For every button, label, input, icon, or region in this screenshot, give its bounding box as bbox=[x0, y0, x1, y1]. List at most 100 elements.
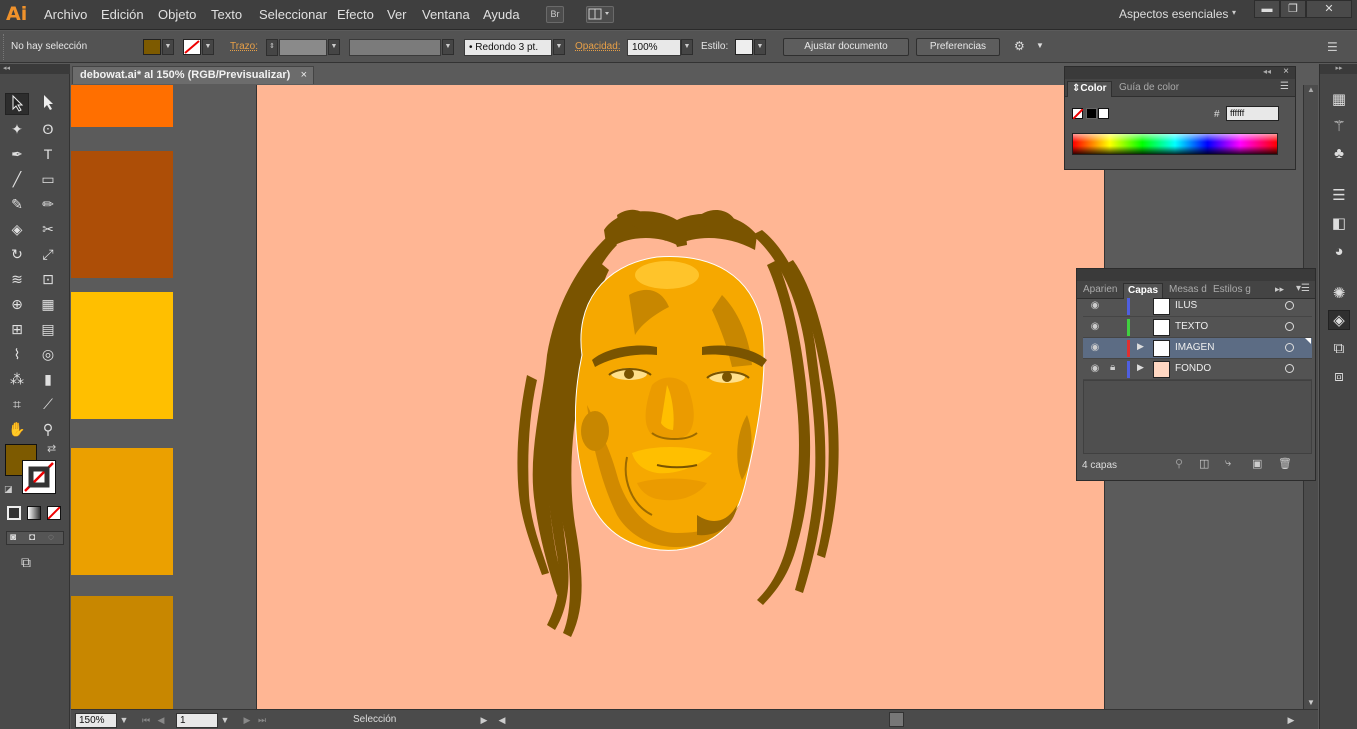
transparency-panel-icon[interactable]: ◕ bbox=[1328, 242, 1350, 262]
panel-menu-icon[interactable]: ▾☰ bbox=[1296, 283, 1310, 294]
stroke-dropdown[interactable]: ▼ bbox=[202, 39, 214, 55]
scissors-tool-icon[interactable]: ✂ bbox=[36, 218, 60, 240]
free-transform-tool-icon[interactable]: ⊡ bbox=[36, 268, 60, 290]
blob-brush-tool-icon[interactable]: ◈ bbox=[5, 218, 29, 240]
screen-mode-icon[interactable]: ⧉ bbox=[21, 554, 31, 571]
rotate-tool-icon[interactable]: ↻ bbox=[5, 243, 29, 265]
swap-colors-icon[interactable]: ⇄ bbox=[47, 442, 56, 455]
layer-row-fondo[interactable]: ◉ 🔒︎ ▶ FONDO bbox=[1083, 359, 1312, 380]
first-artboard-icon[interactable]: ⏮ bbox=[140, 713, 152, 728]
artboard-number-field[interactable]: 1 bbox=[176, 713, 218, 728]
hand-tool-icon[interactable]: ✋ bbox=[5, 418, 29, 440]
lasso-tool-icon[interactable]: ʘ bbox=[36, 118, 60, 140]
next-artboard-icon[interactable]: ▶ bbox=[241, 713, 253, 728]
brushes-panel-icon[interactable]: ⚚ bbox=[1328, 117, 1350, 137]
symbols-panel-icon[interactable]: ♣ bbox=[1328, 144, 1350, 164]
menu-objeto[interactable]: Objeto bbox=[158, 7, 196, 22]
chevron-down-icon[interactable]: ▼ bbox=[1036, 41, 1044, 50]
visibility-eye-icon[interactable]: ◉ bbox=[1088, 362, 1102, 376]
pen-tool-icon[interactable]: ✒ bbox=[5, 143, 29, 165]
zoom-field[interactable]: 150% bbox=[75, 713, 117, 728]
color-mode-button[interactable] bbox=[7, 506, 21, 520]
scale-tool-icon[interactable]: ⤢ bbox=[36, 243, 60, 265]
grip-handle[interactable] bbox=[3, 34, 6, 60]
profile-dropdown[interactable]: ▼ bbox=[442, 39, 454, 55]
draw-behind-icon[interactable]: ◘ bbox=[29, 532, 35, 543]
menu-texto[interactable]: Texto bbox=[211, 7, 242, 22]
brush-definition[interactable]: • Redondo 3 pt. bbox=[464, 39, 552, 56]
layers-panel-icon[interactable]: ◈ bbox=[1328, 310, 1350, 330]
slice-tool-icon[interactable]: ⟋ bbox=[36, 393, 60, 415]
zoom-tool-icon[interactable]: ⚲ bbox=[36, 418, 60, 440]
hex-value-field[interactable]: ffffff bbox=[1226, 106, 1279, 121]
appearance-panel-icon[interactable]: ✺ bbox=[1328, 284, 1350, 304]
stroke-swatch[interactable] bbox=[183, 39, 201, 55]
stroke-label[interactable]: Trazo: bbox=[230, 41, 258, 52]
stroke-weight-field[interactable] bbox=[279, 39, 327, 56]
blend-tool-icon[interactable]: ◎ bbox=[36, 343, 60, 365]
close-tab-icon[interactable]: × bbox=[301, 67, 307, 83]
menu-ver[interactable]: Ver bbox=[387, 7, 407, 22]
artboard-tool-icon[interactable]: ⌗ bbox=[5, 393, 29, 415]
new-layer-icon[interactable]: ▣ bbox=[1252, 457, 1262, 470]
color-sample-orange[interactable] bbox=[71, 85, 173, 127]
fill-dropdown[interactable]: ▼ bbox=[162, 39, 174, 55]
warp-tool-icon[interactable]: ≋ bbox=[5, 268, 29, 290]
color-spectrum[interactable] bbox=[1072, 133, 1278, 155]
none-swatch[interactable] bbox=[1072, 108, 1084, 120]
current-tool-status[interactable]: Selección bbox=[353, 714, 396, 725]
collapse-toolbar-icon[interactable]: ◂◂ bbox=[0, 64, 70, 74]
layer-row-texto[interactable]: ◉ TEXTO bbox=[1083, 317, 1312, 338]
menu-efecto[interactable]: Efecto bbox=[337, 7, 374, 22]
shape-builder-tool-icon[interactable]: ⊕ bbox=[5, 293, 29, 315]
minimize-button[interactable]: ▬ bbox=[1254, 0, 1280, 18]
scroll-right-icon[interactable]: ▶ bbox=[1285, 713, 1297, 728]
white-swatch[interactable] bbox=[1098, 108, 1109, 119]
zoom-dropdown[interactable]: ▼ bbox=[118, 713, 130, 728]
bridge-button[interactable]: Br bbox=[546, 6, 564, 23]
more-tabs-icon[interactable]: ▸▸ bbox=[1275, 284, 1284, 295]
workspace-switcher[interactable]: Aspectos esenciales bbox=[1119, 7, 1228, 21]
menu-seleccionar[interactable]: Seleccionar bbox=[259, 7, 327, 22]
close-window-button[interactable]: ✕ bbox=[1306, 0, 1352, 18]
layer-row-imagen[interactable]: ◉ ▶ IMAGEN bbox=[1083, 338, 1312, 359]
direct-selection-tool-icon[interactable] bbox=[36, 93, 60, 115]
preferences-button[interactable]: Preferencias bbox=[916, 38, 1000, 56]
eyedropper-tool-icon[interactable]: ⌇ bbox=[5, 343, 29, 365]
layer-row-ilus[interactable]: ◉ ILUS bbox=[1083, 296, 1312, 317]
default-colors-icon[interactable]: ◪ bbox=[4, 484, 13, 495]
color-sample-amber[interactable] bbox=[71, 448, 173, 575]
menu-ayuda[interactable]: Ayuda bbox=[483, 7, 520, 22]
brush-dropdown[interactable]: ▼ bbox=[553, 39, 565, 55]
magic-wand-tool-icon[interactable]: ✦ bbox=[5, 118, 29, 140]
type-tool-icon[interactable]: T bbox=[36, 143, 60, 165]
column-graph-tool-icon[interactable]: ▮ bbox=[36, 368, 60, 390]
scroll-left-icon[interactable]: ◀ bbox=[496, 713, 508, 728]
artboards-panel-icon[interactable]: ⧈ bbox=[1328, 367, 1350, 387]
selection-tool-icon[interactable] bbox=[5, 93, 29, 115]
expand-dock-icon[interactable]: ▸▸ bbox=[1320, 64, 1357, 74]
menu-ventana[interactable]: Ventana bbox=[422, 7, 470, 22]
artboard-dropdown[interactable]: ▼ bbox=[219, 713, 231, 728]
layer-name[interactable]: IMAGEN bbox=[1175, 342, 1214, 353]
layer-name[interactable]: ILUS bbox=[1175, 300, 1197, 311]
opacity-dropdown[interactable]: ▼ bbox=[681, 39, 693, 55]
black-swatch[interactable] bbox=[1086, 108, 1097, 119]
document-tab[interactable]: debowat.ai* al 150% (RGB/Previsualizar) … bbox=[72, 66, 314, 84]
horizontal-scroll-thumb[interactable] bbox=[889, 712, 904, 727]
drawing-modes[interactable]: ◙ ◘ ◌ bbox=[6, 531, 64, 545]
paintbrush-tool-icon[interactable]: ✎ bbox=[5, 193, 29, 215]
gradient-panel-icon[interactable]: ◧ bbox=[1328, 214, 1350, 234]
tab-color[interactable]: ⇕Color bbox=[1067, 81, 1112, 97]
portrait-illustration[interactable] bbox=[257, 85, 1106, 709]
line-tool-icon[interactable]: ╱ bbox=[5, 168, 29, 190]
gradient-mode-button[interactable] bbox=[27, 506, 41, 520]
color-sample-rust[interactable] bbox=[71, 151, 173, 278]
isolate-icon[interactable]: ⚙ bbox=[1014, 39, 1025, 53]
opacity-label[interactable]: Opacidad: bbox=[575, 41, 621, 52]
mesh-tool-icon[interactable]: ⊞ bbox=[5, 318, 29, 340]
delete-layer-icon[interactable]: 🗑︎ bbox=[1278, 457, 1292, 470]
none-mode-button[interactable] bbox=[47, 506, 61, 520]
stroke-panel-icon[interactable]: ☰ bbox=[1328, 186, 1350, 206]
fill-swatch[interactable] bbox=[143, 39, 161, 55]
